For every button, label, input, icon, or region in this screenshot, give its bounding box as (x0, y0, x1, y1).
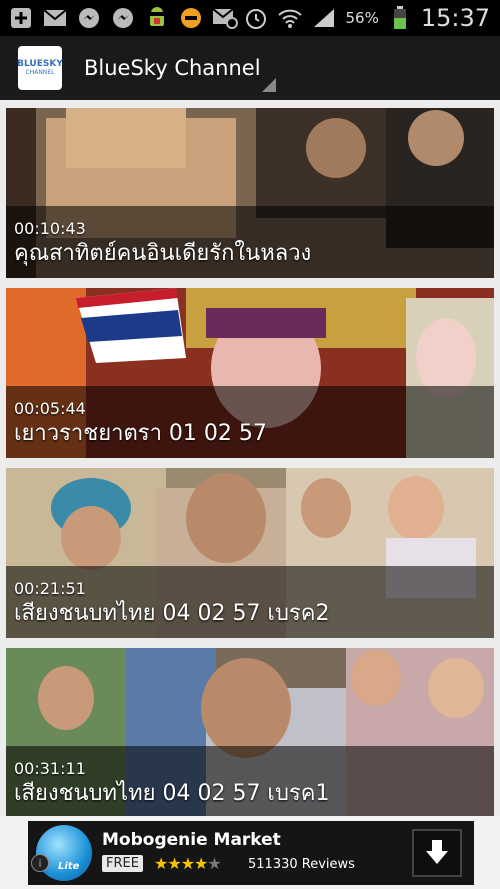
messenger-icon (76, 5, 102, 31)
ad-banner[interactable]: Lite Mobogenie Market FREE ★★★★★ 511330 … (0, 816, 500, 889)
android-debug-icon (144, 5, 170, 31)
status-bar: 56% 15:37 (0, 0, 500, 36)
minus-circle-icon (178, 5, 204, 31)
spinner-dropdown-indicator[interactable] (262, 78, 276, 92)
rating-stars: ★★★★★ (154, 854, 222, 873)
video-item[interactable]: 00:21:51 เสียงชนบทไทย 04 02 57 เบรค2 (6, 468, 494, 638)
video-title: คุณสาทิตย์คนอินเดียรักในหลวง (14, 241, 312, 266)
logo-line-1: BLUESKY (17, 59, 63, 69)
wifi-icon (277, 5, 303, 31)
battery-icon (387, 5, 413, 31)
ad-info-icon[interactable]: i (31, 854, 49, 872)
ad-app-name: Mobogenie Market (102, 830, 281, 850)
logo-line-2: CHANNEL (25, 69, 55, 76)
download-arrow-icon (426, 840, 448, 864)
app-title[interactable]: BlueSky Channel (84, 56, 261, 80)
action-bar: BLUESKY CHANNEL BlueSky Channel (0, 36, 500, 100)
download-button[interactable] (412, 829, 462, 877)
mail-icon (42, 5, 68, 31)
messenger-icon (110, 5, 136, 31)
mobogenie-icon: Lite (36, 825, 92, 881)
rating-stars-filled: ★★★★ (154, 854, 208, 873)
plus-icon (8, 5, 34, 31)
video-title: เยาวราชยาตรา 01 02 57 (14, 421, 267, 446)
lite-badge: Lite (58, 861, 80, 872)
alarm-icon (243, 5, 269, 31)
ad-info-label: i (38, 856, 42, 870)
ad-free-badge: FREE (102, 855, 143, 872)
video-title: เสียงชนบทไทย 04 02 57 เบรค1 (14, 781, 330, 806)
ad-review-count: 511330 Reviews (248, 857, 355, 872)
video-title: เสียงชนบทไทย 04 02 57 เบรค2 (14, 601, 330, 626)
battery-percentage: 56% (345, 9, 379, 27)
video-item[interactable]: 00:10:43 คุณสาทิตย์คนอินเดียรักในหลวง (6, 108, 494, 278)
clock: 15:37 (420, 4, 490, 32)
video-item[interactable]: 00:05:44 เยาวราชยาตรา 01 02 57 (6, 288, 494, 458)
app-logo[interactable]: BLUESKY CHANNEL (17, 46, 63, 90)
signal-icon (311, 5, 337, 31)
rating-stars-empty: ★ (207, 854, 221, 873)
email-sync-icon (212, 5, 238, 31)
video-item[interactable]: 00:31:11 เสียงชนบทไทย 04 02 57 เบรค1 (6, 648, 494, 818)
ad-content[interactable]: Lite Mobogenie Market FREE ★★★★★ 511330 … (28, 821, 474, 885)
